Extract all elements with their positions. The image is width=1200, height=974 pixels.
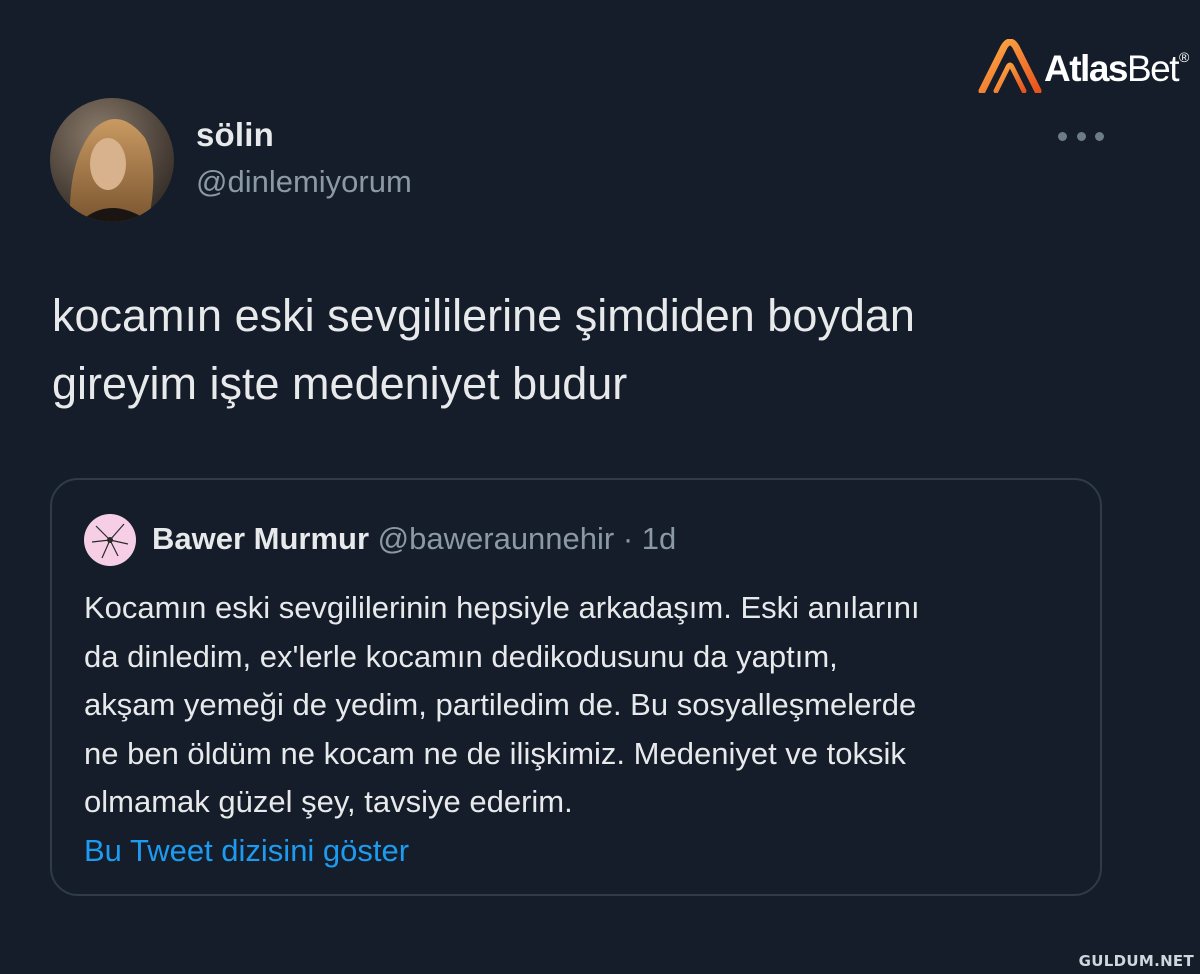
more-horizontal-icon[interactable] — [1058, 128, 1104, 144]
author-handle[interactable]: @dinlemiyorum — [196, 164, 412, 200]
quote-author-avatar[interactable] — [84, 514, 136, 566]
quote-text-line: Kocamın eski sevgililerinin hepsiyle ark… — [84, 590, 920, 625]
quote-author-handle[interactable]: @baweraunnehir — [378, 521, 623, 556]
site-watermark: GULDUM.NET — [1078, 952, 1194, 970]
author-name[interactable]: sölin — [196, 116, 274, 154]
atlasbet-arch-icon — [978, 39, 1042, 93]
show-thread-link[interactable]: Bu Tweet dizisini göster — [84, 833, 409, 869]
atlasbet-wordmark: AtlasBet® — [1044, 48, 1189, 89]
quote-text-line: ne ben öldüm ne kocam ne de ilişkimiz. M… — [84, 735, 906, 771]
quote-text-line: da dinledim, ex'lerle kocamın dedikodusu… — [84, 638, 838, 674]
tweet-text-line: gireyim işte medeniyet budur — [52, 358, 628, 409]
quote-timestamp[interactable]: 1d — [642, 521, 676, 556]
author-avatar-image — [50, 98, 174, 222]
dot — [1076, 131, 1086, 141]
quote-author-name[interactable]: Bawer Murmur — [152, 521, 369, 556]
dot — [1058, 131, 1067, 141]
quote-avatar-image — [84, 514, 136, 566]
author-avatar[interactable] — [50, 98, 174, 222]
quote-text: Kocamın eski sevgililerinin hepsiyle ark… — [84, 584, 1084, 827]
dot — [1095, 131, 1104, 141]
quote-text-line: akşam yemeği de yedim, partiledim de. Bu… — [84, 687, 917, 722]
atlasbet-logo: AtlasBet® — [978, 38, 1189, 94]
quote-header: Bawer Murmur @baweraunnehir · 1d — [152, 521, 676, 557]
quote-text-line: olmamak güzel şey, tavsiye ederim. — [84, 784, 573, 819]
tweet-text-line: kocamın eski sevgililerine şimdiden boyd… — [52, 290, 915, 341]
tweet-text: kocamın eski sevgililerine şimdiden boyd… — [52, 282, 1162, 418]
quote-separator: · — [622, 521, 642, 556]
